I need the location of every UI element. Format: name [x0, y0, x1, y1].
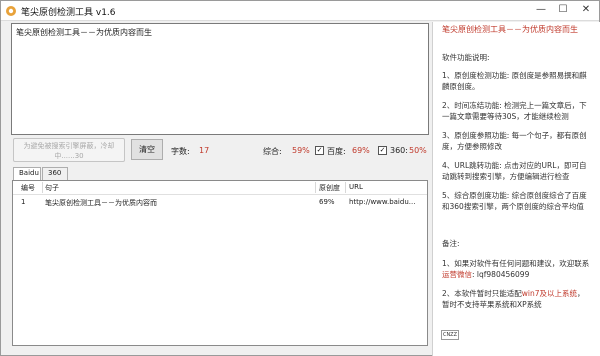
s360-checkbox[interactable]: ✓	[378, 146, 387, 155]
word-count-label: 字数:	[171, 147, 190, 156]
feature-3: 3、原创度参照功能: 每一个句子，都有原创度，方便参照修改	[442, 131, 587, 151]
row-sentence[interactable]: 笔尖原创检测工具－－为优质内容而	[45, 198, 157, 208]
detect-button-line2: 中......30	[54, 152, 84, 160]
row-url-link[interactable]: http://www.baidu...	[349, 198, 415, 206]
column-divider	[345, 182, 346, 193]
column-header-originality[interactable]: 原创度	[319, 183, 340, 193]
header-divider	[13, 194, 427, 195]
info-panel: 笔尖原创检测工具－－为优质内容而生 软件功能说明: 1、原创度检测功能: 原创度…	[432, 22, 600, 356]
title-bar: 笔尖原创检测工具 v1.6 — ☐ ✕	[1, 1, 599, 21]
note-2-text: 2、本软件暂时只能适配	[442, 289, 522, 298]
baidu-value: 69%	[352, 146, 370, 155]
feature-2: 2、时间冻结功能: 检测完上一篇文章后，下一篇文章需要等待30S，才能继续检测	[442, 101, 587, 121]
text-input-area[interactable]: 笔尖原创检测工具－－为优质内容而生	[11, 23, 429, 135]
tab-baidu[interactable]: Baidu	[13, 167, 41, 181]
feature-5: 5、综合原创度功能: 综合原创度综合了百度和360搜索引擎，两个原创度的综合平均…	[442, 191, 587, 211]
minimize-button[interactable]: —	[529, 1, 553, 20]
baidu-label: 百度:	[327, 147, 346, 156]
column-header-num[interactable]: 编号	[21, 183, 35, 193]
overall-value: 59%	[292, 146, 310, 155]
maximize-button[interactable]: ☐	[551, 1, 575, 20]
s360-label: 360:	[390, 146, 408, 155]
note-1: 1、如果对软件有任何问题和建议，欢迎联系运营微信: lqf980456099	[442, 258, 592, 280]
clear-button[interactable]: 清空	[131, 139, 163, 160]
feature-1: 1、原创度检测功能: 原创度是参照易撰和麒麟原创度。	[442, 71, 587, 91]
s360-value: 50%	[409, 146, 427, 155]
detect-button-line1: 为避免被搜索引擎屏蔽，冷却	[23, 142, 115, 150]
word-count-value: 17	[199, 146, 210, 155]
window-title: 笔尖原创检测工具 v1.6	[21, 8, 116, 18]
row-num[interactable]: 1	[21, 198, 25, 206]
results-table: 编号 句子 原创度 URL 1 笔尖原创检测工具－－为优质内容而 69% htt…	[12, 180, 428, 346]
row-originality[interactable]: 69%	[319, 198, 335, 206]
column-header-sentence[interactable]: 句子	[45, 183, 59, 193]
tab-360[interactable]: 360	[42, 167, 68, 180]
note-1-text: 1、如果对软件有任何问题和建议，欢迎联系	[442, 259, 590, 268]
overall-label: 综合:	[263, 147, 282, 156]
column-divider	[42, 182, 43, 193]
note-2: 2、本软件暂时只能适配win7及以上系统，暂时不支持苹果系统和XP系统	[442, 288, 592, 310]
detect-button-disabled: 为避免被搜索引擎屏蔽，冷却 中......30	[13, 138, 125, 162]
contact-link[interactable]: 运营微信	[442, 270, 472, 279]
close-button[interactable]: ✕	[574, 1, 598, 20]
baidu-checkbox[interactable]: ✓	[315, 146, 324, 155]
cnzz-logo[interactable]: CNZZ	[441, 330, 459, 340]
column-divider	[315, 182, 316, 193]
notes-title: 备注:	[442, 239, 460, 248]
app-window: 笔尖原创检测工具 v1.6 — ☐ ✕ 笔尖原创检测工具－－为优质内容而生 为避…	[0, 0, 600, 356]
feature-4: 4、URL跳转功能: 点击对应的URL，即可自动跳转到搜索引擎，方便编辑进行检查	[442, 161, 587, 181]
column-header-url[interactable]: URL	[349, 183, 363, 191]
features-title: 软件功能说明:	[442, 53, 490, 62]
info-heading: 笔尖原创检测工具－－为优质内容而生	[442, 25, 578, 34]
note-2-system: win7及以上系统	[521, 289, 578, 298]
note-1-contact: : lqf980456099	[472, 270, 530, 279]
app-icon	[6, 6, 16, 16]
